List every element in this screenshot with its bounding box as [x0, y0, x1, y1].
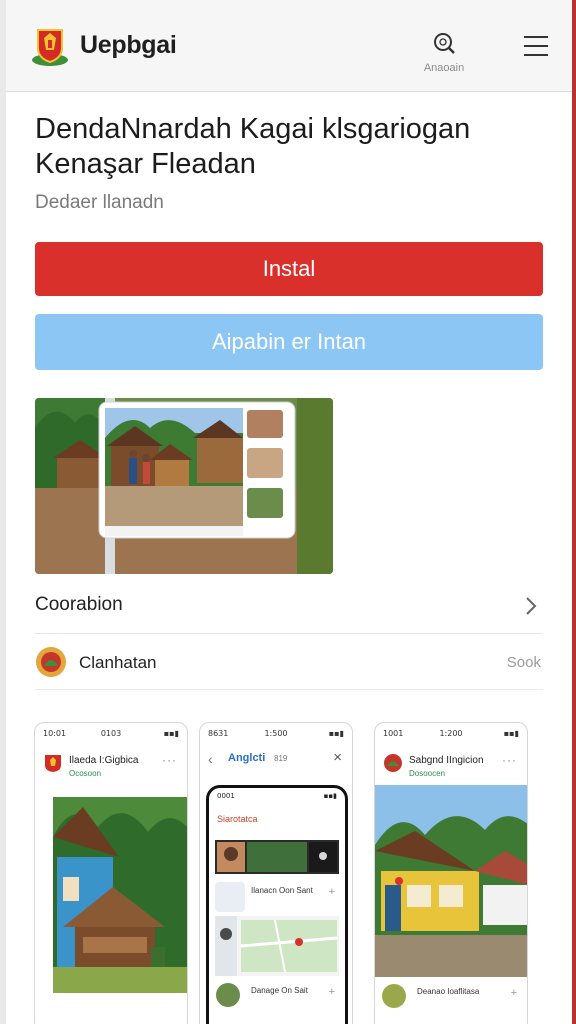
- inner-title: Siarotatca: [217, 814, 258, 824]
- video-strip: [215, 840, 339, 874]
- nav-header: ‹ Anglcti 819 ×: [208, 749, 344, 773]
- list-item[interactable]: Ilanacn Oon Sant +: [215, 882, 339, 920]
- screenshot-1[interactable]: 10:01 0103 ▪▪▮ Ilaeda I:Gigbica Ocosoon …: [34, 722, 188, 1024]
- right-edge: [572, 0, 576, 1024]
- avatar: [216, 983, 240, 1007]
- menu-icon[interactable]: [524, 36, 548, 56]
- developer-logo: [36, 647, 66, 677]
- left-edge: [0, 0, 6, 1024]
- emblem-icon: [384, 754, 402, 772]
- info-row-label: Coorabion: [35, 594, 123, 615]
- more-icon[interactable]: ···: [502, 753, 517, 767]
- emblem-icon: [45, 755, 61, 772]
- install-button[interactable]: Instal: [35, 242, 543, 296]
- nav-count: 819: [274, 754, 288, 763]
- chevron-right-icon: [526, 597, 537, 615]
- status-bar: 1001 1:200 ▪▪▮: [383, 729, 519, 738]
- more-icon[interactable]: ···: [162, 753, 177, 767]
- house-photo: [375, 785, 527, 977]
- app-name: Uepbgai: [80, 31, 177, 59]
- developer-row[interactable]: Clanhatan Sook: [35, 640, 543, 690]
- search-label: Anaoain: [423, 62, 465, 74]
- map-thumbnail: [215, 916, 339, 976]
- card-header: Ilaeda I:Gigbica Ocosoon ···: [43, 751, 179, 791]
- card-subtitle: Dosoocen: [409, 769, 446, 778]
- info-row[interactable]: Coorabion: [35, 584, 543, 634]
- nav-title: Anglcti: [228, 752, 266, 764]
- card-title: Ilaeda I:Gigbica: [69, 755, 139, 766]
- search-icon: [434, 33, 455, 54]
- back-icon[interactable]: ‹: [208, 751, 213, 767]
- card-subtitle: Ocosoon: [69, 769, 102, 778]
- avatar: [382, 984, 406, 1008]
- hero-image[interactable]: [35, 398, 333, 574]
- add-icon[interactable]: +: [329, 986, 335, 998]
- inner-status-bar: 0001 ▪▪▮: [217, 792, 337, 800]
- add-icon[interactable]: +: [329, 886, 335, 898]
- screenshot-2[interactable]: 8631 1:500 ▪▪▮ ‹ Anglcti 819 × 0001 ▪▪▮ …: [199, 722, 353, 1024]
- house-photo: [53, 797, 187, 993]
- list-item[interactable]: Danage On Sait +: [215, 982, 339, 1020]
- avatar: [215, 882, 245, 912]
- status-bar: 8631 1:500 ▪▪▮: [208, 729, 344, 738]
- search-button[interactable]: Anaoain: [414, 30, 474, 86]
- inner-phone: 0001 ▪▪▮ Siarotatca Ilanacn Oon Sant + D…: [206, 785, 348, 1024]
- list-item[interactable]: Deanao Ioaflitasa +: [381, 983, 521, 1021]
- status-bar: 10:01 0103 ▪▪▮: [43, 729, 179, 738]
- top-app-bar: Uepbgai Anaoain: [6, 0, 572, 92]
- close-icon[interactable]: ×: [333, 749, 342, 766]
- add-icon[interactable]: +: [511, 987, 517, 999]
- developer-action-link[interactable]: Sook: [507, 654, 541, 671]
- open-button[interactable]: Aipabin er Intan: [35, 314, 543, 370]
- screenshot-3[interactable]: 1001 1:200 ▪▪▮ Sabgnd IIngicion Dosoocen…: [374, 722, 528, 1024]
- developer-name: Clanhatan: [79, 653, 157, 672]
- card-title: Sabgnd IIngicion: [409, 755, 484, 766]
- app-title: DendaNnardah Kagai klsgariogan Kenaşar F…: [35, 113, 471, 180]
- app-subtitle: Dedaer llanadn: [35, 192, 164, 213]
- emblem-logo[interactable]: [30, 24, 70, 68]
